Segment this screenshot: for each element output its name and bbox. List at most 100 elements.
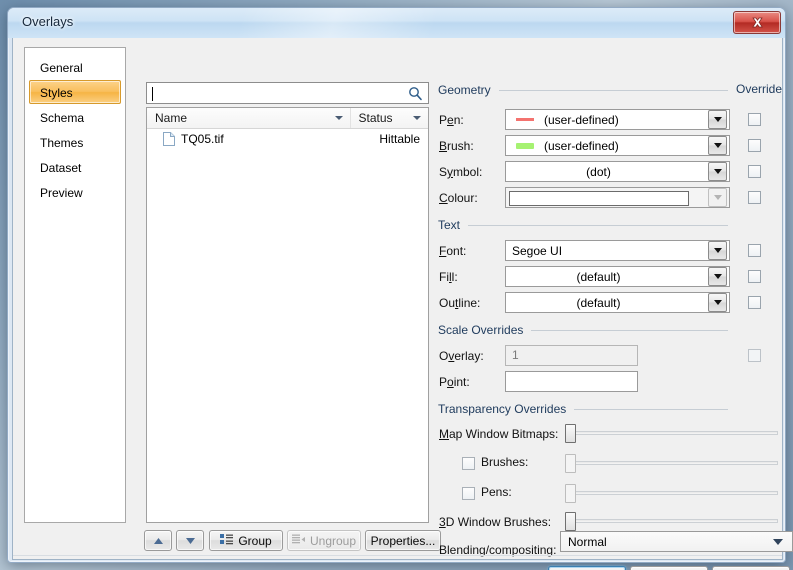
symbol-combobox[interactable]: (dot) [505, 161, 730, 182]
point-scale-label: Point: [439, 375, 470, 389]
divider [13, 555, 782, 556]
ungroup-button-label: Ungroup [309, 533, 357, 548]
colour-override-checkbox[interactable] [748, 191, 761, 204]
dialog-client-area: General Styles Schema Themes Dataset Pre… [12, 38, 793, 570]
outline-override-checkbox[interactable] [748, 296, 761, 309]
font-label: Font: [439, 244, 467, 258]
pen-value: (user-defined) [544, 112, 619, 127]
brushes-transparency-checkbox[interactable] [462, 457, 475, 470]
pen-color-swatch [516, 118, 534, 121]
sidebar-item-label: Preview [40, 186, 83, 200]
move-down-button[interactable] [176, 530, 204, 551]
close-x-icon [751, 17, 763, 28]
fill-combobox[interactable]: (default) [505, 266, 730, 287]
column-header-name[interactable]: Name [147, 108, 351, 128]
outline-combobox[interactable]: (default) [505, 292, 730, 313]
transparency-overrides-group-header: Transparency Overrides [438, 402, 728, 416]
sidebar-item-label: Dataset [40, 161, 82, 175]
chevron-down-icon[interactable] [708, 110, 727, 129]
brush-combobox[interactable]: (user-defined) [505, 135, 730, 156]
ungroup-button: Ungroup [287, 530, 361, 551]
brush-label: Brush: [439, 139, 474, 153]
blending-value: Normal [568, 534, 607, 549]
chevron-down-icon[interactable] [708, 162, 727, 181]
apply-button[interactable]: Apply [712, 566, 790, 570]
point-scale-field[interactable] [505, 371, 638, 392]
chevron-down-icon[interactable] [773, 538, 783, 545]
sidebar-item-themes[interactable]: Themes [29, 130, 121, 154]
table-row[interactable]: TQ05.tif Hittable [147, 129, 428, 149]
outline-label: Outline: [439, 296, 481, 310]
pen-combobox[interactable]: (user-defined) [505, 109, 730, 130]
pen-override-checkbox[interactable] [748, 113, 761, 126]
brush-override-checkbox[interactable] [748, 139, 761, 152]
slider-track[interactable] [571, 431, 778, 435]
slider-thumb[interactable] [565, 512, 576, 531]
pens-label: Pens: [481, 485, 512, 499]
properties-button-label: Properties... [370, 533, 436, 548]
cancel-button[interactable]: Cancel [630, 566, 708, 570]
properties-button[interactable]: Properties... [365, 530, 441, 551]
pens-transparency-checkbox[interactable] [462, 487, 475, 500]
chevron-down-icon[interactable] [708, 267, 727, 286]
settings-page-list: General Styles Schema Themes Dataset Pre… [24, 47, 126, 523]
ok-button[interactable]: OK [548, 566, 626, 570]
geometry-group-header: Geometry [438, 83, 728, 97]
colour-preview-swatch [509, 191, 689, 206]
slider-thumb [565, 454, 576, 473]
slider-track[interactable] [571, 519, 778, 523]
overlay-list[interactable]: Name Status TQ05.tif Hittable [146, 107, 429, 523]
row-name-cell: TQ05.tif [147, 132, 351, 146]
chevron-down-icon[interactable] [708, 136, 727, 155]
brush-color-swatch [516, 142, 534, 149]
sidebar-item-schema[interactable]: Schema [29, 105, 121, 129]
sidebar-item-styles[interactable]: Styles [29, 80, 121, 104]
chevron-down-icon[interactable] [708, 293, 727, 312]
overlays-dialog-window: Overlays General Styles Schema Themes Da… [7, 7, 793, 570]
arrow-down-icon [185, 537, 195, 544]
search-input[interactable] [151, 85, 410, 104]
font-override-checkbox[interactable] [748, 244, 761, 257]
slider-thumb[interactable] [565, 424, 576, 443]
column-header-label: Status [358, 111, 393, 125]
colour-combobox[interactable] [505, 187, 730, 208]
pens-transparency-slider [562, 483, 778, 503]
chevron-down-icon[interactable] [708, 241, 727, 260]
divider [498, 89, 728, 91]
window-title: Overlays [22, 14, 74, 29]
search-box[interactable] [146, 82, 429, 104]
symbol-label: Symbol: [439, 165, 483, 179]
search-icon[interactable] [408, 86, 423, 106]
sidebar-item-label: Themes [40, 136, 84, 150]
sidebar-item-preview[interactable]: Preview [29, 180, 121, 204]
brush-value: (user-defined) [544, 138, 619, 153]
close-button[interactable] [733, 11, 781, 34]
symbol-override-checkbox[interactable] [748, 165, 761, 178]
divider [574, 408, 728, 410]
brushes-transparency-slider [562, 453, 778, 473]
title-bar[interactable]: Overlays [8, 8, 785, 38]
sidebar-item-label: Schema [40, 111, 85, 125]
override-column-header: Override [736, 82, 783, 96]
document-icon [163, 132, 175, 146]
font-combobox[interactable]: Segoe UI [505, 240, 730, 261]
move-up-button[interactable] [144, 530, 172, 551]
colour-label: Colour: [439, 191, 478, 205]
column-header-status[interactable]: Status [351, 108, 428, 128]
arrow-up-icon [153, 537, 163, 544]
sidebar-item-general[interactable]: General [29, 55, 121, 79]
chevron-down-icon[interactable] [334, 116, 343, 120]
sidebar-item-label: General [40, 61, 83, 75]
chevron-down-icon[interactable] [413, 116, 421, 120]
window3d-brushes-slider[interactable] [562, 511, 778, 531]
blending-combobox[interactable]: Normal [560, 531, 793, 552]
overlay-scale-field: 1 [505, 345, 638, 366]
sidebar-item-dataset[interactable]: Dataset [29, 155, 121, 179]
group-icon [220, 533, 234, 548]
map-window-bitmaps-slider[interactable] [562, 423, 778, 443]
fill-override-checkbox[interactable] [748, 270, 761, 283]
font-value: Segoe UI [512, 243, 563, 258]
window3d-brushes-label: 3D Window Brushes: [439, 515, 552, 529]
group-button[interactable]: Group [209, 530, 283, 551]
overlay-scale-override-checkbox[interactable] [748, 349, 761, 362]
